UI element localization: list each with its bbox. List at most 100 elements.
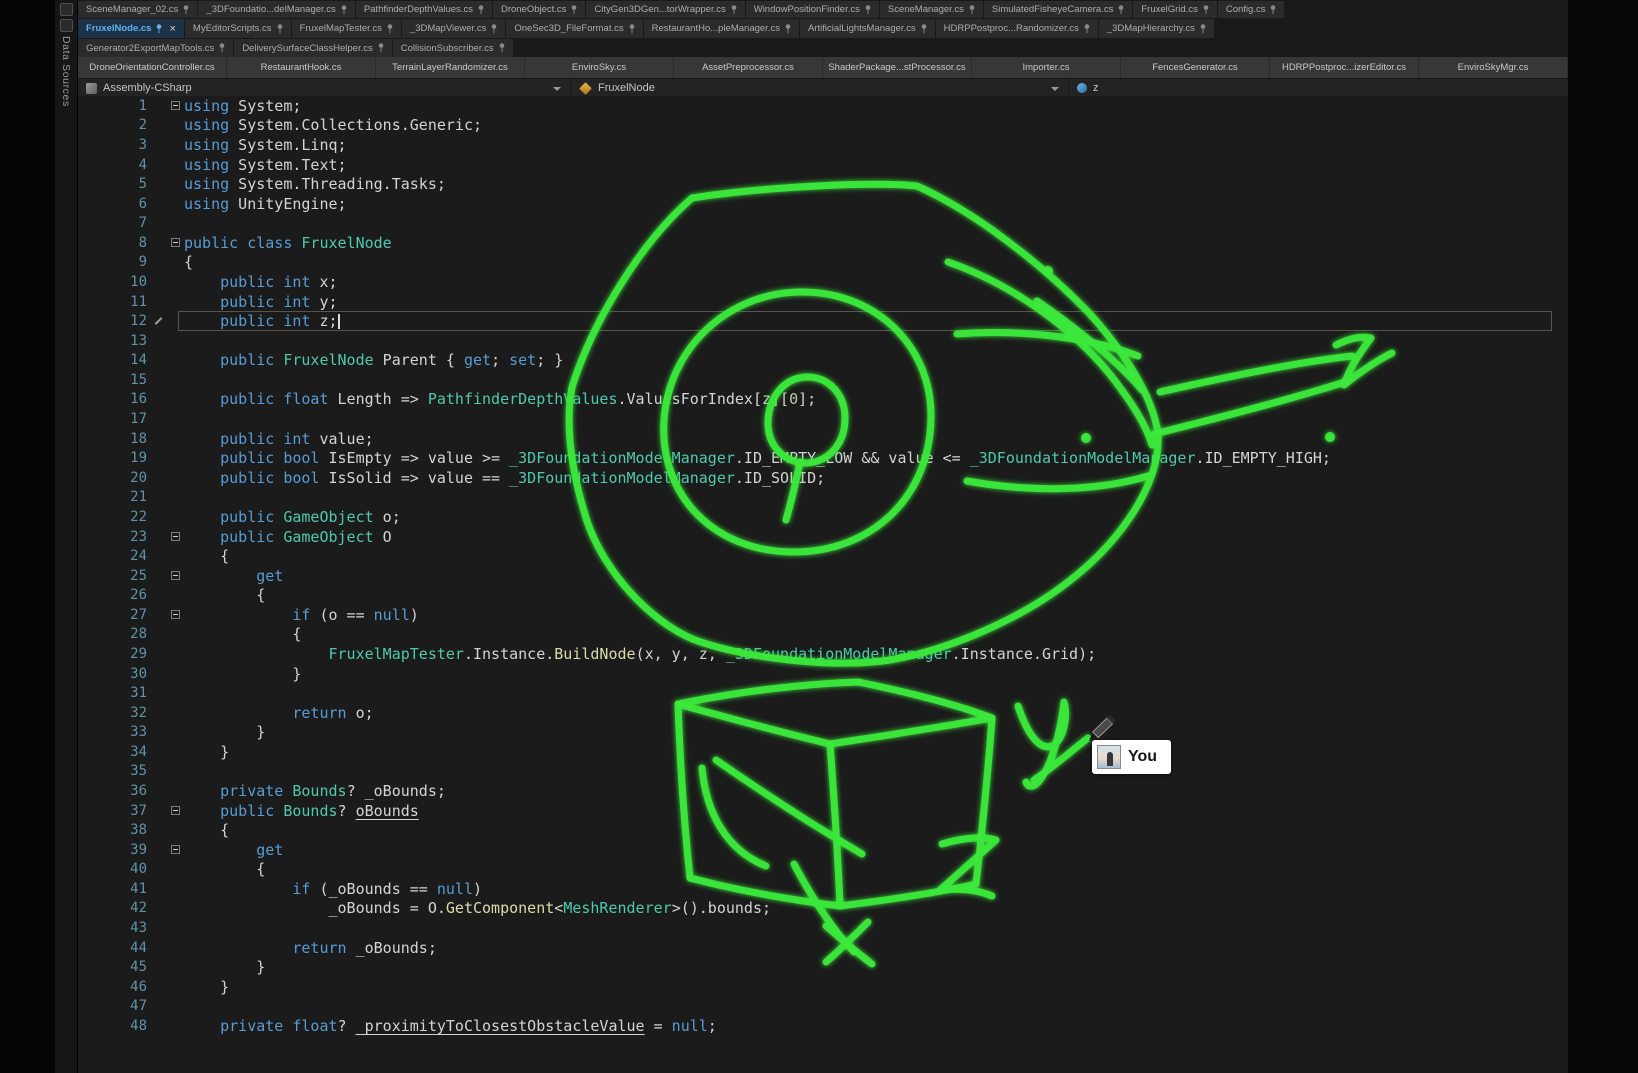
fold-collapse-icon[interactable] xyxy=(171,610,180,619)
tab-hdrppostproc-izereditor-cs[interactable]: HDRPPostproc...izerEditor.cs xyxy=(1270,57,1419,78)
code-line-20[interactable]: 20 public bool IsSolid => value == _3DFo… xyxy=(78,468,1568,488)
tab-generator2exportmaptools-cs[interactable]: Generator2ExportMapTools.cs xyxy=(78,39,233,57)
pin-icon[interactable] xyxy=(571,5,577,15)
pin-icon[interactable] xyxy=(731,5,737,15)
pin-icon[interactable] xyxy=(341,5,347,15)
code-editor[interactable]: 1using System;2using System.Collections.… xyxy=(78,96,1568,1073)
data-sources-strip[interactable]: Data Sources xyxy=(55,0,78,1073)
code-line-11[interactable]: 11 public int y; xyxy=(78,292,1568,312)
code-line-23[interactable]: 23 public GameObject O xyxy=(78,527,1568,547)
code-line-47[interactable]: 47 xyxy=(78,997,1568,1017)
code-line-45[interactable]: 45 } xyxy=(78,957,1568,977)
tab-assetpreprocessor-cs[interactable]: AssetPreprocessor.cs xyxy=(674,57,823,78)
code-line-14[interactable]: 14 public FruxelNode Parent { get; set; … xyxy=(78,351,1568,371)
code-line-10[interactable]: 10 public int x; xyxy=(78,272,1568,292)
pin-icon[interactable] xyxy=(865,5,871,15)
code-line-46[interactable]: 46 } xyxy=(78,977,1568,997)
tab-scenemanager-02-cs[interactable]: SceneManager_02.cs xyxy=(78,1,197,18)
code-line-44[interactable]: 44 return _oBounds; xyxy=(78,938,1568,958)
fold-collapse-icon[interactable] xyxy=(171,806,180,815)
code-line-16[interactable]: 16 public float Length => PathfinderDept… xyxy=(78,390,1568,410)
close-icon[interactable]: × xyxy=(169,23,175,35)
tool-window-icon-2[interactable] xyxy=(60,19,73,32)
tab-citygen3dgen-torwrapper-cs[interactable]: CityGen3DGen...torWrapper.cs xyxy=(586,1,744,18)
code-line-39[interactable]: 39 get xyxy=(78,840,1568,860)
tab-config-cs[interactable]: Config.cs xyxy=(1218,1,1285,18)
pin-icon[interactable] xyxy=(156,24,162,34)
tab-terrainlayerrandomizer-cs[interactable]: TerrainLayerRandomizer.cs xyxy=(376,57,525,78)
tool-window-icon[interactable] xyxy=(60,3,73,16)
code-line-8[interactable]: 8public class FruxelNode xyxy=(78,233,1568,253)
fold-gutter[interactable] xyxy=(150,840,184,860)
fold-collapse-icon[interactable] xyxy=(171,238,180,247)
code-line-27[interactable]: 27 if (o == null) xyxy=(78,605,1568,625)
code-line-7[interactable]: 7 xyxy=(78,213,1568,233)
fold-gutter[interactable] xyxy=(150,527,184,547)
member-dropdown[interactable]: z xyxy=(1068,79,1568,97)
code-line-38[interactable]: 38 { xyxy=(78,820,1568,840)
code-line-18[interactable]: 18 public int value; xyxy=(78,429,1568,449)
pin-icon[interactable] xyxy=(969,5,975,15)
code-line-42[interactable]: 42 _oBounds = O.GetComponent<MeshRendere… xyxy=(78,899,1568,919)
pin-icon[interactable] xyxy=(921,24,927,34)
fold-gutter[interactable] xyxy=(150,566,184,586)
code-line-24[interactable]: 24 { xyxy=(78,546,1568,566)
tab-hdrppostproc-randomizer-cs[interactable]: HDRPPostproc...Randomizer.cs xyxy=(936,19,1098,38)
pin-icon[interactable] xyxy=(499,43,505,53)
code-line-48[interactable]: 48 private float? _proximityToClosestObs… xyxy=(78,1016,1568,1036)
tab-shaderpackage-stprocessor-cs[interactable]: ShaderPackage...stProcessor.cs xyxy=(823,57,972,78)
fold-collapse-icon[interactable] xyxy=(171,532,180,541)
fold-gutter[interactable] xyxy=(150,801,184,821)
fold-collapse-icon[interactable] xyxy=(171,101,180,110)
code-line-4[interactable]: 4using System.Text; xyxy=(78,155,1568,175)
pin-icon[interactable] xyxy=(478,5,484,15)
tab-collisionsubscriber-cs[interactable]: CollisionSubscriber.cs xyxy=(393,39,513,57)
fold-gutter[interactable] xyxy=(150,605,184,625)
type-dropdown[interactable]: FruxelNode xyxy=(570,79,1068,97)
tab-restaurantho-plemanager-cs[interactable]: RestaurantHo...pleManager.cs xyxy=(644,19,799,38)
code-line-29[interactable]: 29 FruxelMapTester.Instance.BuildNode(x,… xyxy=(78,644,1568,664)
code-line-41[interactable]: 41 if (_oBounds == null) xyxy=(78,879,1568,899)
pin-icon[interactable] xyxy=(277,24,283,34)
fold-gutter[interactable] xyxy=(150,96,184,116)
code-line-6[interactable]: 6using UnityEngine; xyxy=(78,194,1568,214)
pin-icon[interactable] xyxy=(219,43,225,53)
pin-icon[interactable] xyxy=(1270,5,1276,15)
tab-enviroskymgr-cs[interactable]: EnviroSkyMgr.cs xyxy=(1419,57,1568,78)
chevron-down-icon[interactable] xyxy=(553,87,561,91)
tab-droneorientationcontroller-cs[interactable]: DroneOrientationController.cs xyxy=(78,57,227,78)
tab-artificiallightsmanager-cs[interactable]: ArtificialLightsManager.cs xyxy=(800,19,935,38)
code-line-9[interactable]: 9{ xyxy=(78,253,1568,273)
tab-envirosky-cs[interactable]: EnviroSky.cs xyxy=(525,57,674,78)
pin-icon[interactable] xyxy=(785,24,791,34)
code-line-35[interactable]: 35 xyxy=(78,762,1568,782)
tab-pathfinderdepthvalues-cs[interactable]: PathfinderDepthValues.cs xyxy=(356,1,492,18)
pin-icon[interactable] xyxy=(1118,5,1124,15)
tab-restauranthook-cs[interactable]: RestaurantHook.cs xyxy=(227,57,376,78)
code-line-43[interactable]: 43 xyxy=(78,918,1568,938)
fold-collapse-icon[interactable] xyxy=(171,571,180,580)
code-line-37[interactable]: 37 public Bounds? oBounds xyxy=(78,801,1568,821)
data-sources-tab-label[interactable]: Data Sources xyxy=(60,36,72,107)
pin-icon[interactable] xyxy=(491,24,497,34)
tab-3dmaphierarchy-cs[interactable]: _3DMapHierarchy.cs xyxy=(1099,19,1214,38)
pin-icon[interactable] xyxy=(1200,24,1206,34)
tab-windowpositionfinder-cs[interactable]: WindowPositionFinder.cs xyxy=(746,1,879,18)
tab-fencesgenerator-cs[interactable]: FencesGenerator.cs xyxy=(1121,57,1270,78)
tab-3dfoundatio-delmanager-cs[interactable]: _3DFoundatio...delManager.cs xyxy=(198,1,354,18)
code-line-5[interactable]: 5using System.Threading.Tasks; xyxy=(78,174,1568,194)
code-line-3[interactable]: 3using System.Linq; xyxy=(78,135,1568,155)
tab-deliverysurfaceclasshelper-cs[interactable]: DeliverySurfaceClassHelper.cs xyxy=(234,39,391,57)
code-line-2[interactable]: 2using System.Collections.Generic; xyxy=(78,116,1568,136)
pin-icon[interactable] xyxy=(1203,5,1209,15)
tab-scenemanager-cs[interactable]: SceneManager.cs xyxy=(880,1,983,18)
tab-fruxelmaptester-cs[interactable]: FruxelMapTester.cs xyxy=(292,19,401,38)
code-line-28[interactable]: 28 { xyxy=(78,625,1568,645)
code-line-17[interactable]: 17 xyxy=(78,409,1568,429)
tab-onesec3d-fileformat-cs[interactable]: OneSec3D_FileFormat.cs xyxy=(506,19,642,38)
code-line-30[interactable]: 30 } xyxy=(78,664,1568,684)
code-line-22[interactable]: 22 public GameObject o; xyxy=(78,507,1568,527)
tab-importer-cs[interactable]: Importer.cs xyxy=(972,57,1121,78)
code-line-34[interactable]: 34 } xyxy=(78,742,1568,762)
pin-icon[interactable] xyxy=(183,5,189,15)
